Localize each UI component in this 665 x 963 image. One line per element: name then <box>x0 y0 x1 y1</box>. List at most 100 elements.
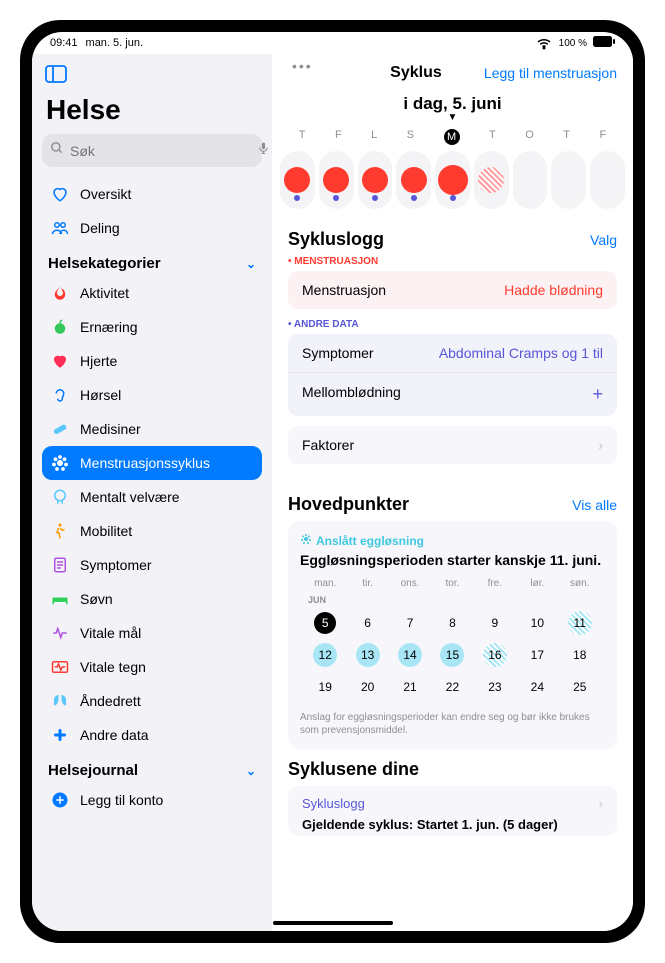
sidebar-item-aktivitet[interactable]: Aktivitet <box>42 276 262 310</box>
date-marker-icon: ▼ <box>272 112 633 123</box>
highlights-showall[interactable]: Vis alle <box>572 497 617 513</box>
sidebar-item-sovn[interactable]: Søvn <box>42 582 262 616</box>
mic-icon[interactable] <box>257 140 270 161</box>
page-title: Syklus <box>390 64 442 82</box>
cycle-day[interactable] <box>513 151 548 209</box>
people-icon <box>50 218 70 238</box>
sidebar-item-label: Vitale mål <box>80 625 141 641</box>
pills-icon <box>50 419 70 439</box>
mini-cal-day[interactable]: 25 <box>559 673 601 701</box>
cycle-log-options[interactable]: Valg <box>590 232 617 248</box>
highlight-card[interactable]: Anslått eggløsning Eggløsningsperioden s… <box>288 521 617 749</box>
cycle-day[interactable] <box>280 151 315 209</box>
sidebar-item-label: Hørsel <box>80 387 121 403</box>
mini-cal-day[interactable]: 21 <box>389 673 431 701</box>
battery-icon <box>593 36 615 50</box>
sidebar-item-oversikt[interactable]: Oversikt <box>42 177 262 211</box>
sidebar-item-ernaring[interactable]: Ernæring <box>42 310 262 344</box>
mini-cal-day[interactable]: 10 <box>516 609 558 637</box>
mini-cal-day[interactable]: 18 <box>559 641 601 669</box>
sidebar-item-label: Andre data <box>80 727 149 743</box>
home-indicator[interactable] <box>273 921 393 925</box>
cycle-row[interactable] <box>272 147 633 219</box>
mini-cal-day[interactable]: 14 <box>389 641 431 669</box>
journal-header[interactable]: Helsejournal ⌄ <box>42 752 262 783</box>
mini-cal-day[interactable]: 23 <box>474 673 516 701</box>
cycle-day[interactable] <box>435 151 470 209</box>
highlight-note: Anslag for eggløsningsperioder kan endre… <box>300 711 605 737</box>
cycle-day[interactable] <box>551 151 586 209</box>
search-icon <box>50 141 64 160</box>
chevron-down-icon: ⌄ <box>246 764 256 778</box>
brain-icon <box>50 487 70 507</box>
factors-row[interactable]: Faktorer › <box>288 426 617 464</box>
mini-cal-day[interactable]: 8 <box>431 609 473 637</box>
mini-cal-day[interactable]: 15 <box>431 641 473 669</box>
mini-cal-day[interactable]: 9 <box>474 609 516 637</box>
search-input[interactable] <box>42 134 262 167</box>
sidebar-item-deling[interactable]: Deling <box>42 211 262 245</box>
sidebar-item-label: Aktivitet <box>80 285 129 301</box>
spotting-row[interactable]: Mellomblødning + <box>288 373 617 416</box>
status-date: man. 5. jun. <box>86 37 143 49</box>
more-icon[interactable]: ••• <box>292 58 313 74</box>
mini-cal-day[interactable]: 6 <box>346 609 388 637</box>
sidebar-item-vitale-tegn[interactable]: Vitale tegn <box>42 650 262 684</box>
symptoms-row[interactable]: Symptomer Abdominal Cramps og 1 til <box>288 334 617 373</box>
sidebar-item-label: Symptomer <box>80 557 152 573</box>
mini-cal-day[interactable]: 24 <box>516 673 558 701</box>
mini-cal-day[interactable]: 22 <box>431 673 473 701</box>
sidebar-item-hjerte[interactable]: Hjerte <box>42 344 262 378</box>
sidebar-item-symptomer[interactable]: Symptomer <box>42 548 262 582</box>
mini-cal-day[interactable]: 20 <box>346 673 388 701</box>
sidebar-item-horsel[interactable]: Hørsel <box>42 378 262 412</box>
mini-cal-day[interactable]: 12 <box>304 641 346 669</box>
cycle-day[interactable] <box>590 151 625 209</box>
sidebar-item-aandedrett[interactable]: Åndedrett <box>42 684 262 718</box>
sidebar-item-label: Vitale tegn <box>80 659 146 675</box>
date-title: i dag, 5. juni <box>272 94 633 114</box>
sidebar-item-mobilitet[interactable]: Mobilitet <box>42 514 262 548</box>
heart-icon <box>50 351 70 371</box>
categories-header[interactable]: Helsekategorier ⌄ <box>42 245 262 276</box>
menstruation-row[interactable]: Menstruasjon Hadde blødning <box>288 271 617 309</box>
week-row: TFLSMTOTF <box>272 123 633 147</box>
highlight-headline: Eggløsningsperioden starter kanskje 11. … <box>300 552 605 568</box>
status-time: 09:41 <box>50 37 78 49</box>
sidebar-item-menstruasjon[interactable]: Menstruasjonssyklus <box>42 446 262 480</box>
sidebar: Helse Oversikt <box>32 54 272 931</box>
mini-cal-day[interactable]: 5 <box>304 609 346 637</box>
sidebar-item-andre-data[interactable]: Andre data <box>42 718 262 752</box>
mini-cal-header: man.tir.ons.tor.fre.lør.søn. <box>300 578 605 595</box>
ovulation-icon <box>300 533 312 548</box>
sidebar-item-add-account[interactable]: Legg til konto <box>42 783 262 817</box>
your-cycles-card[interactable]: Sykluslogg › Gjeldende syklus: Startet 1… <box>288 786 617 836</box>
mini-cal-day[interactable]: 7 <box>389 609 431 637</box>
toggle-sidebar-icon[interactable] <box>42 60 70 88</box>
sidebar-item-label: Deling <box>80 220 120 236</box>
main-content: Syklus Legg til menstruasjon i dag, 5. j… <box>272 54 633 931</box>
chevron-down-icon: ⌄ <box>246 257 256 271</box>
wifi-icon <box>535 33 553 54</box>
plus-icon[interactable]: + <box>592 384 603 405</box>
sidebar-item-label: Ernæring <box>80 319 138 335</box>
cycle-day[interactable] <box>358 151 393 209</box>
mini-cal-day[interactable]: 17 <box>516 641 558 669</box>
sidebar-item-label: Legg til konto <box>80 792 163 808</box>
add-period-button[interactable]: Legg til menstruasjon <box>484 65 617 81</box>
sidebar-item-medisiner[interactable]: Medisiner <box>42 412 262 446</box>
mini-cal-day[interactable]: 11 <box>559 609 601 637</box>
mini-cal-day[interactable]: 16 <box>474 641 516 669</box>
sidebar-item-vitale-maal[interactable]: Vitale mål <box>42 616 262 650</box>
chevron-right-icon: › <box>599 796 603 811</box>
walk-icon <box>50 521 70 541</box>
cycle-day[interactable] <box>396 151 431 209</box>
cycle-icon <box>50 453 70 473</box>
mini-cal-day[interactable]: 13 <box>346 641 388 669</box>
cycle-day[interactable] <box>319 151 354 209</box>
flame-icon <box>50 283 70 303</box>
cycle-day[interactable] <box>474 151 509 209</box>
mini-cal-day[interactable]: 19 <box>304 673 346 701</box>
sidebar-item-label: Menstruasjonssyklus <box>80 455 210 471</box>
sidebar-item-mentalt[interactable]: Mentalt velvære <box>42 480 262 514</box>
